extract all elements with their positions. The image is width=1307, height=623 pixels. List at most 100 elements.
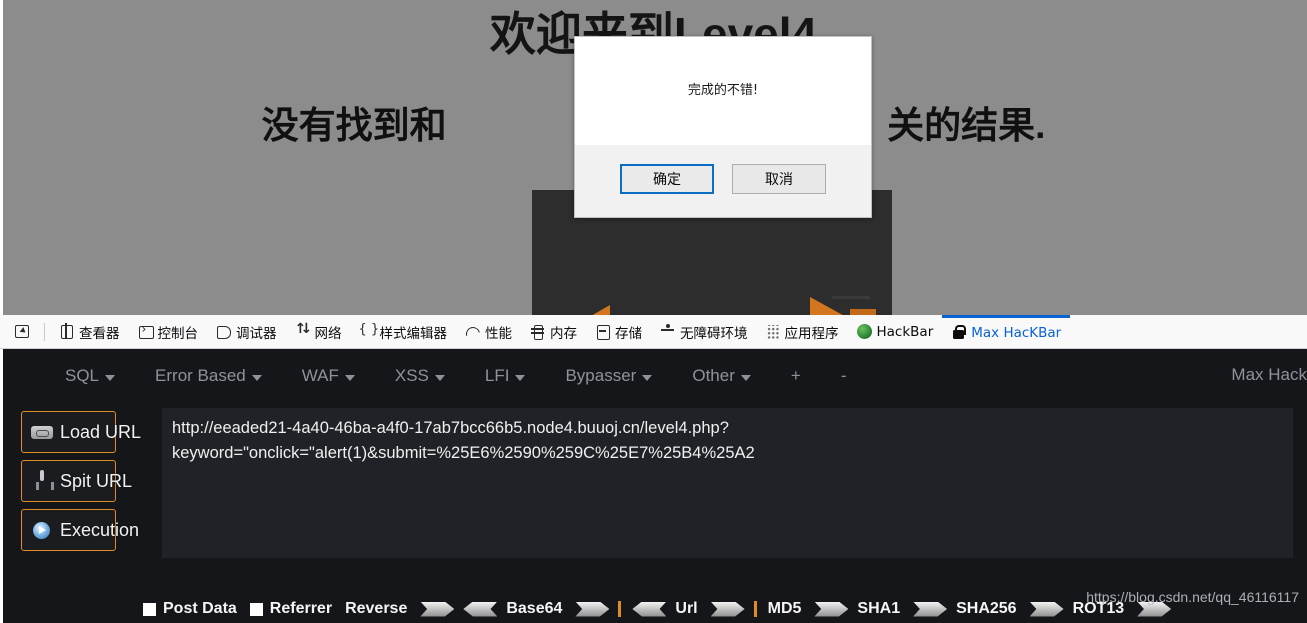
tab-label: 网络 <box>314 325 342 342</box>
menu-label: LFI <box>484 366 510 385</box>
menu-label: SQL <box>65 366 100 385</box>
menu-label: Error Based <box>155 366 246 385</box>
chevron-down-icon <box>434 374 445 381</box>
spit-url-icon <box>31 470 54 492</box>
menu-xss[interactable]: XSS <box>375 366 465 386</box>
console-icon <box>138 322 154 339</box>
execution-button[interactable]: Execution <box>21 509 139 551</box>
hackbar-body: Load URL Spit URL Execution <box>3 403 1307 565</box>
menu-label: Bypasser <box>565 366 637 385</box>
referrer-checkbox[interactable] <box>249 602 263 616</box>
load-url-icon <box>31 421 53 443</box>
toolbar-divider <box>44 322 45 341</box>
tab-label: 查看器 <box>79 325 120 342</box>
menu-other[interactable]: Other <box>672 366 771 386</box>
application-icon <box>765 324 780 339</box>
menu-error-based[interactable]: Error Based <box>135 366 282 386</box>
chevron-down-icon <box>251 374 262 381</box>
dialog-backdrop: 完成的不错! 确定 取消 <box>0 0 1307 315</box>
tab-application[interactable]: 应用程序 <box>757 315 848 348</box>
tab-debugger[interactable]: 调试器 <box>207 315 286 348</box>
separator-pipe <box>618 601 622 617</box>
url-input[interactable] <box>162 408 1293 558</box>
tab-storage[interactable]: 存储 <box>586 315 651 348</box>
tab-inspector[interactable]: 查看器 <box>50 315 129 348</box>
hackbar-action-buttons: Load URL Spit URL Execution <box>21 408 146 565</box>
referrer-label[interactable]: Referrer <box>270 600 332 618</box>
hackbar-menu-bar: SQL Error Based WAF XSS LFI Bypasser Oth… <box>3 349 1307 403</box>
url-label[interactable]: Url <box>675 600 697 618</box>
tab-accessibility[interactable]: 无障碍环境 <box>651 315 757 348</box>
dialog-cancel-button[interactable]: 取消 <box>732 164 826 194</box>
md5-hash-arrow[interactable] <box>814 601 849 617</box>
tab-label: 性能 <box>485 325 512 342</box>
tab-memory[interactable]: 内存 <box>521 315 586 348</box>
tab-network[interactable]: 网络 <box>286 315 351 348</box>
menu-remove-button[interactable]: - <box>821 366 867 386</box>
sha256-label[interactable]: SHA256 <box>956 600 1016 618</box>
reverse-encode-arrow[interactable] <box>420 601 455 617</box>
tab-label: 存储 <box>615 325 642 342</box>
max-hackbar-panel: SQL Error Based WAF XSS LFI Bypasser Oth… <box>0 349 1307 623</box>
tab-label: 控制台 <box>157 325 199 342</box>
base64-label[interactable]: Base64 <box>506 600 562 618</box>
tab-hackbar[interactable]: HackBar <box>848 315 943 348</box>
hackbar-brand-label: Max Hack <box>1231 365 1307 384</box>
chevron-down-icon <box>344 374 355 381</box>
reverse-label[interactable]: Reverse <box>345 600 407 618</box>
tab-performance[interactable]: 性能 <box>456 315 521 348</box>
button-label: Execution <box>60 519 140 540</box>
chevron-down-icon <box>515 374 526 381</box>
tab-label: 内存 <box>550 325 577 342</box>
separator-pipe <box>753 601 757 617</box>
page-viewport: 欢迎来到Level4 没有找到和 关的结果. 完成的不错! 确定 取消 <box>0 0 1307 315</box>
menu-label: XSS <box>394 366 429 385</box>
debugger-icon <box>216 324 231 339</box>
tab-style-editor[interactable]: 样式编辑器 <box>351 315 457 348</box>
element-picker-icon <box>15 324 30 339</box>
storage-icon <box>595 324 610 340</box>
dialog-footer: 确定 取消 <box>575 145 871 217</box>
menu-waf[interactable]: WAF <box>282 366 375 386</box>
tab-label: 样式编辑器 <box>379 325 448 342</box>
url-decode-arrow[interactable] <box>632 601 667 617</box>
tab-console[interactable]: 控制台 <box>129 315 208 348</box>
sha1-hash-arrow[interactable] <box>913 601 948 617</box>
element-picker-button[interactable] <box>6 315 39 348</box>
menu-bypasser[interactable]: Bypasser <box>545 366 672 386</box>
reverse-decode-arrow[interactable] <box>463 601 498 617</box>
base64-encode-arrow[interactable] <box>575 601 610 617</box>
network-icon <box>295 321 313 339</box>
watermark-text: https://blog.csdn.net/qq_46116117 <box>1086 589 1299 605</box>
tab-label: Max HacKBar <box>971 324 1062 341</box>
tab-label: 无障碍环境 <box>680 325 748 342</box>
execution-icon <box>31 519 53 541</box>
sha256-hash-arrow[interactable] <box>1029 601 1064 617</box>
menu-lfi[interactable]: LFI <box>465 366 546 386</box>
dialog-message: 完成的不错! <box>687 82 759 98</box>
tab-max-hackbar[interactable]: Max HacKBar <box>942 315 1071 348</box>
tab-label: 应用程序 <box>784 325 839 342</box>
menu-sql[interactable]: SQL <box>45 366 135 386</box>
url-encode-arrow[interactable] <box>710 601 745 617</box>
hackbar-icon <box>856 324 872 339</box>
screen-root: 欢迎来到Level4 没有找到和 关的结果. 完成的不错! 确定 取消 查看器 … <box>0 0 1307 623</box>
menu-label: Other <box>692 366 735 385</box>
md5-label[interactable]: MD5 <box>768 600 802 618</box>
button-label: Spit URL <box>60 470 133 491</box>
load-url-button[interactable]: Load URL <box>21 411 141 453</box>
javascript-confirm-dialog: 完成的不错! 确定 取消 <box>574 36 872 218</box>
spit-url-button[interactable]: Spit URL <box>21 460 132 502</box>
tab-label: 调试器 <box>236 325 277 342</box>
button-label: Load URL <box>60 421 142 442</box>
tab-label: HackBar <box>876 323 934 340</box>
post-data-checkbox[interactable] <box>143 602 156 616</box>
inspector-icon <box>59 323 74 339</box>
performance-icon <box>465 324 480 339</box>
sha1-label[interactable]: SHA1 <box>857 600 900 618</box>
dialog-confirm-button[interactable]: 确定 <box>620 164 714 194</box>
chevron-down-icon <box>642 374 653 381</box>
menu-add-button[interactable]: + <box>771 366 821 386</box>
style-editor-icon <box>359 322 380 339</box>
post-data-label[interactable]: Post Data <box>163 600 237 618</box>
